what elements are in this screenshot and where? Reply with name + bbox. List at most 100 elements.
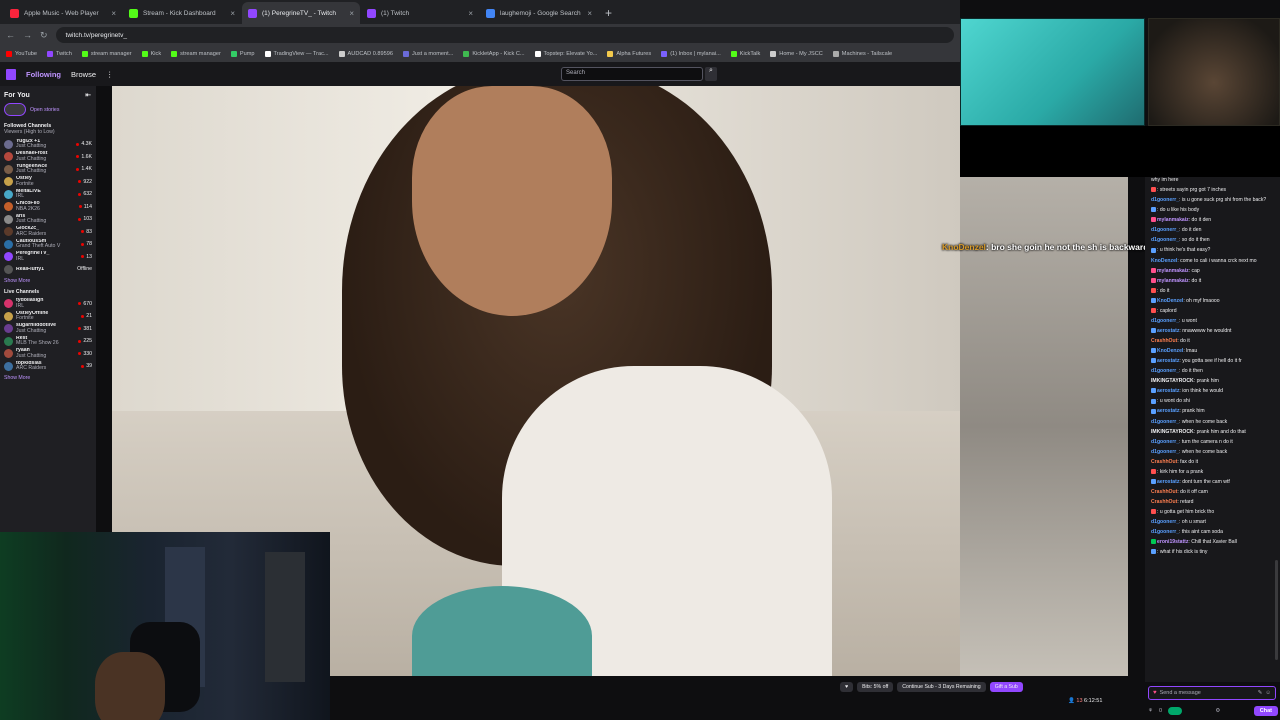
show-more-followed[interactable]: Show More (0, 276, 96, 286)
url-field[interactable]: twitch.tv/peregrinetv_ (55, 27, 954, 43)
chat-username[interactable]: KnoDenzel (1151, 258, 1177, 264)
emote-icon[interactable]: ☺ (1265, 690, 1271, 696)
sidebar-channel[interactable]: tydollasign IRL 670 (0, 298, 96, 311)
sidebar-channel[interactable]: topkidslas ARC Raiders 39 (0, 360, 96, 373)
nav-following[interactable]: Following (26, 70, 61, 79)
chat-username[interactable]: mylanmakaiz (1157, 217, 1189, 223)
sidebar-channel[interactable]: OstleyOffline Fortnite 21 (0, 310, 96, 323)
bookmark[interactable]: KickTalk (730, 51, 760, 57)
bookmark[interactable]: stream manager (81, 51, 132, 57)
bits-icon[interactable]: ✎ (1258, 690, 1263, 696)
bits-button[interactable]: Bits: 5% off (857, 682, 894, 692)
chat-username[interactable]: CrashhOut (1151, 338, 1177, 344)
bookmark[interactable]: stream manager (171, 51, 221, 57)
chat-username[interactable]: IMKINGTAYROCK (1151, 378, 1194, 384)
chat-username[interactable]: mylanmakaiz (1157, 268, 1189, 274)
chat-username[interactable]: aerostatz (1157, 388, 1179, 394)
sidebar-channel[interactable]: PeregrineTV_ IRL 13 (0, 251, 96, 264)
sidebar-channel[interactable]: Ostley Fortnite 922 (0, 176, 96, 189)
bookmark[interactable]: AUDCAD 0.89596 (338, 51, 393, 57)
gift-sub-button[interactable]: Gift a Sub (989, 682, 1023, 692)
close-tab-icon[interactable]: × (587, 9, 592, 18)
sidebar-channel[interactable]: RealFluffy1 Offline (0, 263, 96, 276)
chat-username[interactable]: d1goonerr_ (1151, 419, 1179, 425)
reload-icon[interactable]: ↻ (40, 30, 48, 41)
chat-username[interactable]: aerostatz (1157, 328, 1179, 334)
sidebar-channel[interactable]: Yugi2x +1 Just Chatting 4.3K (0, 138, 96, 151)
sidebar-channel[interactable]: ChicoFllo NBA 2K26 114 (0, 201, 96, 214)
bookmark[interactable]: Just a moment... (402, 51, 453, 57)
sidebar-channel[interactable]: Rest MLB The Show 26 225 (0, 335, 96, 348)
sidebar-channel[interactable]: Glock2c_ ARC Raiders 83 (0, 226, 96, 239)
chat-username[interactable]: KnoDenzel (1157, 298, 1183, 304)
close-tab-icon[interactable]: × (230, 9, 235, 18)
channel-points-icon[interactable]: ⚘ (1148, 708, 1153, 714)
browser-address-bar: ← → ↻ twitch.tv/peregrinetv_ (0, 24, 960, 46)
bookmark[interactable]: Topstep: Elevate Yo... (534, 51, 597, 57)
browser-tab[interactable]: (1) Twitch × (361, 2, 479, 24)
bookmark[interactable]: YouTube (6, 51, 37, 57)
chat-send-button[interactable]: Chat (1253, 706, 1278, 716)
close-tab-icon[interactable]: × (349, 9, 354, 18)
chat-username[interactable]: d1goonerr_ (1151, 237, 1179, 243)
chat-username[interactable]: d1goonerr_ (1151, 439, 1179, 445)
chat-username[interactable]: CrashhOut (1151, 499, 1177, 505)
bookmark[interactable]: Home - My JSCC (770, 51, 823, 57)
bookmark[interactable]: Pump (230, 51, 255, 57)
sidebar-channel[interactable]: aris Just Chatting 103 (0, 213, 96, 226)
back-icon[interactable]: ← (6, 30, 15, 40)
chat-settings-icon[interactable]: ⚙ (1215, 708, 1220, 714)
chat-username[interactable]: d1goonerr_ (1151, 449, 1179, 455)
sidebar-channel[interactable]: CautiousSm Grand Theft Auto V 78 (0, 238, 96, 251)
twitch-logo-icon[interactable] (6, 68, 16, 80)
collapse-sidebar-icon[interactable]: ⇤ (85, 91, 91, 99)
browser-tab[interactable]: laughemoji - Google Search × (480, 2, 598, 24)
bookmark[interactable]: Twitch (46, 51, 72, 57)
chat-username[interactable]: mylanmakaiz (1157, 278, 1189, 284)
sidebar-channel[interactable]: MeltaLIVE IRL 632 (0, 188, 96, 201)
sidebar-channel[interactable]: sugarhilddotlive Just Chatting 381 (0, 323, 96, 336)
continue-sub-button[interactable]: Continue Sub - 3 Days Remaining (897, 682, 986, 692)
sidebar-channel[interactable]: ryaah Just Chatting 330 (0, 348, 96, 361)
browser-tab[interactable]: Apple Music - Web Player × (4, 2, 122, 24)
more-menu-icon[interactable]: ⋮ (106, 70, 114, 79)
follow-heart-button[interactable]: ♥ (840, 682, 854, 692)
chat-scrollbar[interactable] (1275, 560, 1278, 660)
chat-username[interactable]: d1goonerr_ (1151, 519, 1179, 525)
bookmark[interactable]: (1) Inbox | mylanai... (661, 51, 721, 57)
show-more-live[interactable]: Show More (0, 373, 96, 383)
chat-username[interactable]: IMKINGTAYROCK (1151, 429, 1194, 435)
chat-username[interactable]: aerostatz (1157, 408, 1179, 414)
browser-tab[interactable]: (1) PeregrineTV_ - Twitch × (242, 2, 360, 24)
nav-browse[interactable]: Browse (71, 70, 96, 79)
prediction-badge[interactable] (1168, 707, 1182, 715)
chat-input[interactable]: ♥ Send a message ✎ ☺ (1148, 686, 1276, 700)
chat-username[interactable]: KnoDenzel (1157, 348, 1183, 354)
new-tab-button[interactable]: + (599, 6, 618, 24)
chat-username[interactable]: d1goonerr_ (1151, 197, 1179, 203)
search-button[interactable]: ⌕ (705, 67, 717, 81)
bookmark[interactable]: Alpha Futures (607, 51, 651, 57)
close-tab-icon[interactable]: × (111, 9, 116, 18)
sidebar-channel[interactable]: DeshaeFrost Just Chatting 1.6K (0, 151, 96, 164)
chat-username[interactable]: d1goonerr_ (1151, 227, 1179, 233)
search-input[interactable]: Search (561, 67, 703, 81)
chat-username[interactable]: d1goonerr_ (1151, 318, 1179, 324)
chat-username[interactable]: aerostatz (1157, 479, 1179, 485)
bookmark[interactable]: TradingView — Trac... (264, 51, 329, 57)
browser-tab[interactable]: Stream - Kick Dashboard × (123, 2, 241, 24)
bookmark[interactable]: KickletApp - Kick C... (463, 51, 525, 57)
open-stories[interactable]: Open stories (0, 99, 96, 120)
chat-username[interactable]: d1goonerr_ (1151, 368, 1179, 374)
chat-badge-icon (1151, 307, 1156, 313)
chat-username[interactable]: aerostatz (1157, 358, 1179, 364)
chat-username[interactable]: CrashhOut (1151, 489, 1177, 495)
chat-username[interactable]: CrashhOut (1151, 459, 1177, 465)
close-tab-icon[interactable]: × (468, 9, 473, 18)
sidebar-channel[interactable]: YungeenAce Just Chatting 1.4K (0, 163, 96, 176)
chat-username[interactable]: eroni19stattz (1157, 539, 1188, 545)
chat-username[interactable]: d1goonerr_ (1151, 529, 1179, 535)
bookmark[interactable]: Kick (141, 51, 161, 57)
forward-icon[interactable]: → (23, 30, 32, 40)
bookmark[interactable]: Machines - Tailscale (832, 51, 892, 57)
